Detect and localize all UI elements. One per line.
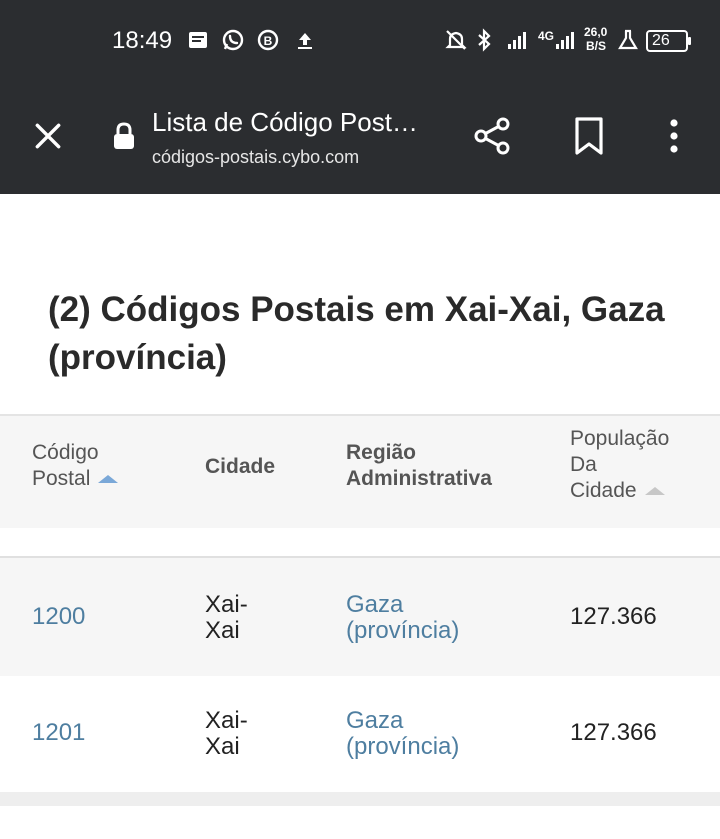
city-line2: Xai: [205, 617, 240, 644]
header-population-line1: População: [570, 427, 670, 450]
table-header: Código Postal Cidade Região Administrati…: [0, 416, 720, 528]
header-region-line1: Região: [346, 441, 417, 464]
status-time: 18:49: [112, 27, 173, 54]
whatsapp-business-icon: B: [257, 29, 279, 51]
lab-flask-icon: [618, 29, 638, 50]
postal-code-link[interactable]: 1200: [32, 604, 85, 630]
net-speed-value: 26,0: [584, 25, 608, 39]
postal-codes-table: Código Postal Cidade Região Administrati…: [0, 414, 720, 806]
table-row: 1201 Xai- Xai Gaza (província) 127.366: [0, 676, 720, 792]
signal-4g-icon: [556, 32, 574, 49]
whatsapp-icon: [222, 29, 244, 51]
net-speed-unit: B/S: [586, 39, 607, 53]
url-domain[interactable]: códigos-postais.cybo.com: [152, 147, 359, 168]
header-region[interactable]: Região Administrativa: [346, 440, 492, 492]
city-line2: Xai: [205, 733, 240, 760]
region-line2: (província): [346, 617, 460, 644]
header-postal-code-line2: Postal: [32, 467, 91, 490]
header-divider: [0, 528, 720, 558]
lock-icon: [114, 122, 134, 149]
population-cell: 127.366: [570, 719, 657, 746]
city-line1: Xai-: [205, 591, 248, 618]
signal-icon: [508, 32, 526, 49]
population-cell: 127.366: [570, 603, 657, 630]
share-icon[interactable]: [472, 116, 512, 156]
svg-text:B: B: [264, 34, 273, 48]
header-population[interactable]: População Da Cidade: [570, 426, 669, 504]
browser-chrome: 18:49 B 4G 26,0 B/S 26 Lista de Código P…: [0, 0, 720, 194]
message-notification-icon: [189, 32, 207, 48]
header-population-line3: Cidade: [570, 479, 637, 502]
region-link[interactable]: Gaza (província): [346, 592, 459, 644]
battery-level: 26: [652, 32, 670, 49]
region-link[interactable]: Gaza (província): [346, 708, 459, 760]
postal-code-link[interactable]: 1201: [32, 720, 85, 746]
header-postal-code-line1: Código: [32, 441, 99, 464]
muted-bell-icon: [445, 30, 467, 50]
page-title: (2) Códigos Postais em Xai-Xai, Gaza (pr…: [48, 290, 665, 377]
table-row: 1200 Xai- Xai Gaza (província) 127.366: [0, 560, 720, 676]
battery-indicator: 26: [646, 30, 691, 52]
tab-title[interactable]: Lista de Código Post…: [152, 107, 418, 138]
region-line1: Gaza: [346, 591, 404, 618]
network-type: 4G: [538, 29, 555, 43]
city-cell: Xai- Xai: [205, 592, 248, 644]
sort-ascending-icon[interactable]: [98, 475, 119, 484]
header-population-line2: Da: [570, 453, 597, 476]
region-line1: Gaza: [346, 707, 404, 734]
close-icon[interactable]: [32, 120, 64, 152]
page-content: (2) Códigos Postais em Xai-Xai, Gaza (pr…: [0, 194, 720, 839]
region-line2: (província): [346, 733, 460, 760]
bluetooth-icon: [478, 28, 491, 52]
header-postal-code[interactable]: Código Postal: [32, 440, 119, 492]
header-city[interactable]: Cidade: [205, 454, 275, 480]
sort-icon[interactable]: [644, 487, 665, 496]
upload-icon: [298, 33, 312, 49]
more-options-icon[interactable]: [664, 118, 684, 154]
city-line1: Xai-: [205, 707, 248, 734]
bookmark-icon[interactable]: [574, 116, 604, 156]
status-bar: 18:49 B 4G 26,0 B/S 26: [0, 0, 720, 80]
table-footer-strip: [0, 792, 720, 806]
city-cell: Xai- Xai: [205, 708, 248, 760]
header-region-line2: Administrativa: [346, 467, 492, 490]
